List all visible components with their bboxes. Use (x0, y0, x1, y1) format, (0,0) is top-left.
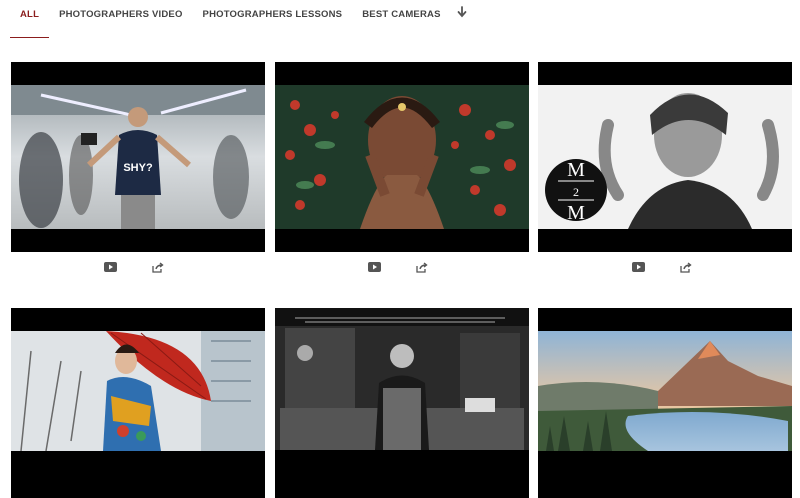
card-image-6 (538, 331, 792, 451)
arrow-down-icon (457, 6, 467, 18)
logo-top-letter: M (567, 159, 585, 181)
tab-all[interactable]: ALL (10, 0, 50, 38)
logo-bottom-letter: M (567, 202, 585, 224)
logo-middle-number: 2 (573, 185, 579, 199)
card-actions-2 (368, 262, 448, 276)
gallery-card-5[interactable] (275, 308, 529, 498)
tab-best-cameras[interactable]: BEST CAMERAS (352, 0, 450, 38)
gallery-card-2[interactable] (275, 62, 529, 252)
gallery-card-6[interactable] (538, 308, 792, 498)
gallery-card-3[interactable]: M 2 M (538, 62, 792, 252)
card-image-2 (275, 85, 529, 229)
card-actions-3 (632, 262, 712, 276)
card-image-4 (11, 331, 265, 451)
more-tabs-button[interactable] (451, 0, 473, 38)
gallery-card-1[interactable]: SHY? (11, 62, 265, 252)
share-icon[interactable] (416, 262, 430, 274)
share-icon[interactable] (152, 262, 166, 274)
share-icon[interactable] (680, 262, 694, 274)
tab-photographers-video[interactable]: PHOTOGRAPHERS VIDEO (49, 0, 192, 38)
tab-photographers-lessons[interactable]: PHOTOGRAPHERS LESSONS (193, 0, 353, 38)
youtube-play-icon[interactable] (368, 262, 382, 274)
filter-tabs: ALL PHOTOGRAPHERS VIDEO PHOTOGRAPHERS LE… (10, 0, 473, 38)
card-image-5 (275, 308, 529, 450)
gallery-card-4[interactable] (11, 308, 265, 498)
card-image-3: M 2 M (538, 85, 792, 229)
youtube-play-icon[interactable] (632, 262, 646, 274)
shirt-text: SHY? (123, 162, 153, 174)
youtube-play-icon[interactable] (104, 262, 118, 274)
card-image-1: SHY? (11, 85, 265, 229)
card-actions-1 (104, 262, 184, 276)
